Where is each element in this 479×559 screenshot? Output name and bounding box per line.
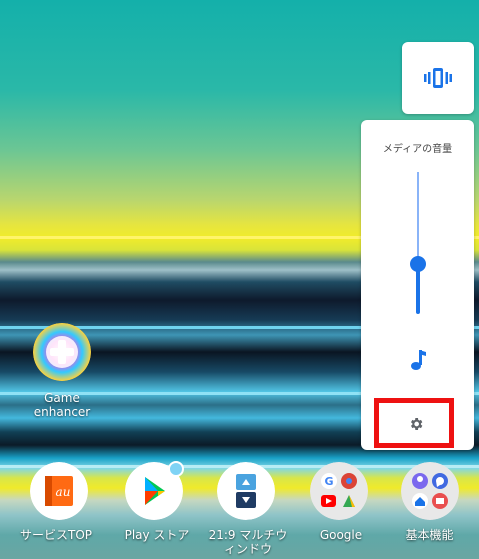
dock-app-play-store[interactable]: Play ストア bbox=[112, 461, 202, 559]
notification-badge bbox=[168, 461, 184, 477]
game-enhancer-shortcut[interactable]: Game enhancer bbox=[30, 323, 94, 423]
dock-label-service-top: サービスTOP bbox=[19, 528, 92, 542]
svg-text:au: au bbox=[56, 485, 71, 499]
vibrate-icon[interactable] bbox=[424, 63, 452, 93]
ringer-mode-panel bbox=[402, 42, 474, 114]
basic-functions-folder-icon bbox=[401, 462, 459, 520]
dock-app-multi-window[interactable]: 21:9 マルチウ ィンドウ bbox=[200, 462, 296, 559]
au-service-icon: au bbox=[30, 462, 88, 520]
volume-title: メディアの音量 bbox=[382, 144, 453, 155]
dock-folder-google[interactable]: G Google bbox=[296, 462, 386, 559]
dock-folder-basic-functions[interactable]: 基本機能 bbox=[380, 462, 479, 559]
game-enhancer-label: Game enhancer bbox=[33, 391, 91, 419]
dock-label-google: Google bbox=[319, 528, 363, 542]
dock-app-service-top[interactable]: au サービスTOP bbox=[0, 462, 112, 559]
dock-label-play-store: Play ストア bbox=[124, 528, 190, 542]
settings-gear-icon[interactable] bbox=[408, 416, 424, 432]
dock-label-multi-window: 21:9 マルチウ ィンドウ bbox=[208, 528, 288, 556]
music-note-icon[interactable] bbox=[408, 348, 428, 372]
slider-thumb[interactable] bbox=[410, 256, 426, 273]
slider-track bbox=[417, 172, 419, 265]
google-folder-icon: G bbox=[310, 462, 368, 520]
dock-label-basic-functions: 基本機能 bbox=[405, 528, 454, 542]
game-enhancer-icon bbox=[33, 323, 91, 381]
multi-window-icon bbox=[217, 462, 275, 520]
svg-text:G: G bbox=[324, 475, 333, 488]
